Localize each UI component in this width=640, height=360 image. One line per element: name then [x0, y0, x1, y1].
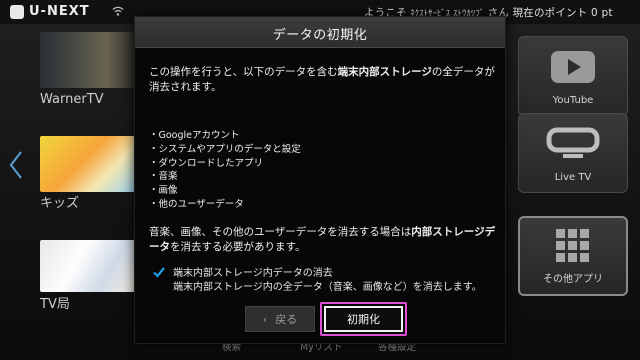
- data-list: ・Googleアカウント ・システムやアプリのデータと設定 ・ダウンロードしたア…: [149, 129, 301, 212]
- kids-thumbnail[interactable]: [40, 136, 135, 192]
- data-reset-dialog: データの初期化 この操作を行うと、以下のデータを含む端末内部ストレージの全データ…: [134, 16, 506, 344]
- points-unit: pt: [601, 7, 613, 19]
- chevron-left-icon: ‹: [262, 312, 268, 326]
- initialize-button[interactable]: 初期化: [324, 306, 403, 332]
- intro-text-bold: 端末内部ストレージ: [337, 66, 432, 78]
- screen: U-NEXT ようこそ ﾈｸｽﾄｻｰﾋﾞｽ ｽﾄｳｶﾂﾌﾞ さん 現在のポイント…: [0, 0, 640, 360]
- youtube-tile[interactable]: YouTube: [518, 36, 628, 116]
- back-button-label: 戻る: [275, 313, 298, 326]
- row-label-warnertv: WarnerTV: [40, 92, 104, 107]
- list-item: ・ダウンロードしたアプリ: [149, 157, 264, 169]
- list-item: ・音楽: [149, 171, 178, 183]
- other-apps-tile[interactable]: その他アプリ: [518, 216, 628, 296]
- checkmark-icon[interactable]: [153, 266, 165, 278]
- dialog-note: 音楽、画像、その他のユーザーデータを消去する場合は内部ストレージデータを消去する…: [149, 225, 497, 255]
- tv-station-thumbnail[interactable]: [40, 240, 135, 292]
- checkbox-title[interactable]: 端末内部ストレージ内データの消去: [173, 264, 333, 279]
- note-text-a: 音楽、画像、その他のユーザーデータを消去する場合は: [149, 226, 412, 238]
- row-label-tv: TV局: [40, 297, 70, 312]
- grid-icon: [556, 229, 589, 262]
- list-item: ・画像: [149, 185, 178, 197]
- logo-text: U-NEXT: [29, 4, 90, 19]
- note-text-b: を消去する必要があります。: [170, 241, 306, 253]
- youtube-play-icon: [551, 51, 595, 83]
- dialog-intro: この操作を行うと、以下のデータを含む端末内部ストレージの全データが消去されます。: [149, 65, 497, 95]
- row-label-kids: キッズ: [40, 196, 80, 211]
- points-label: 現在のポイント: [512, 7, 588, 19]
- list-item: ・Googleアカウント: [149, 130, 240, 141]
- intro-text-a: この操作を行うと、以下のデータを含む: [149, 66, 338, 78]
- points-value: 0: [591, 7, 598, 19]
- unext-logo: U-NEXT: [10, 4, 90, 19]
- list-item: ・他のユーザーデータ: [149, 198, 244, 210]
- unext-logo-icon: [10, 4, 24, 19]
- warnertv-thumbnail[interactable]: [40, 32, 135, 88]
- livetv-label: Live TV: [554, 172, 592, 183]
- chevron-left-icon[interactable]: [8, 150, 24, 180]
- list-item: ・システムやアプリのデータと設定: [149, 143, 301, 155]
- tv-icon: [546, 127, 600, 158]
- dialog-title-bar: データの初期化: [135, 17, 505, 48]
- back-button[interactable]: ‹ 戻る: [245, 306, 315, 332]
- livetv-tile[interactable]: Live TV: [518, 113, 628, 193]
- youtube-label: YouTube: [552, 95, 594, 106]
- checkbox-description: 端末内部ストレージ内の全データ（音楽、画像など）を消去します。: [173, 282, 482, 293]
- wifi-icon: [112, 6, 124, 16]
- other-apps-label: その他アプリ: [543, 274, 603, 285]
- dialog-title: データの初期化: [272, 28, 368, 43]
- initialize-button-label: 初期化: [347, 313, 380, 326]
